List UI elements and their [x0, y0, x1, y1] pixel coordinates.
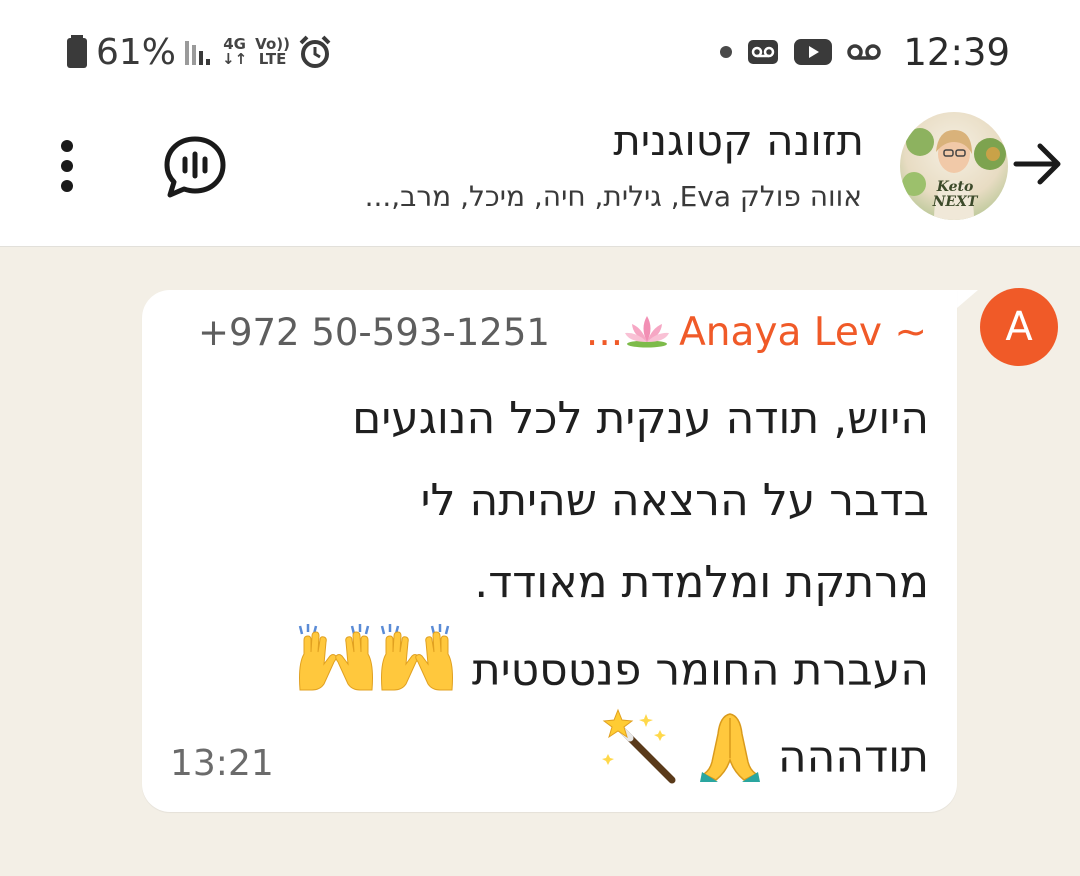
- message-line: היוש, תודה ענקית לכל הנוגעים: [352, 393, 929, 444]
- more-vert-icon[interactable]: [56, 138, 78, 194]
- folded-hands-icon: [698, 710, 762, 809]
- sender-row: ~ Anaya Lev ... +972 50-593-1251: [198, 308, 927, 356]
- notification-dot-icon: [720, 46, 733, 58]
- sender-name[interactable]: ~ Anaya Lev: [679, 310, 927, 355]
- sender-name-ellipsis: ...: [585, 309, 624, 355]
- network-type: 4G ↓↑: [222, 37, 247, 67]
- data-arrows-icon: ↓↑: [222, 50, 248, 68]
- clock: 12:39: [903, 30, 1010, 74]
- status-left: 61% 4G ↓↑ Vo)) LTE: [66, 28, 332, 76]
- youtube-icon: [794, 39, 833, 65]
- message-line-text: תודההה: [777, 731, 929, 783]
- voicemail-icon: [847, 44, 882, 60]
- voicemail-box-icon: [748, 40, 779, 64]
- message-time: 13:21: [170, 743, 274, 784]
- magic-wand-icon: [600, 706, 680, 813]
- status-right: 12:39: [719, 28, 1010, 76]
- sender-phone[interactable]: +972 50-593-1251: [198, 311, 550, 354]
- group-members[interactable]: אווה פולק Eva, גילית, חיה, מיכל, מרב,...: [365, 180, 862, 213]
- volte-bottom: LTE: [258, 50, 287, 68]
- status-bar: 61% 4G ↓↑ Vo)) LTE 12:39: [0, 0, 1080, 100]
- lotus-icon: [623, 312, 671, 352]
- volte-indicator: Vo)) LTE: [255, 37, 290, 67]
- message-bubble[interactable]: ~ Anaya Lev ... +972 50-593-1251 היוש, ת…: [142, 290, 957, 812]
- message-line: בדבר על הרצאה שהיתה לי: [420, 475, 929, 526]
- raising-hands-icon: [296, 624, 456, 721]
- voice-chat-icon[interactable]: [162, 134, 228, 200]
- message-line-text: העברת החומר פנטסטית: [471, 644, 929, 696]
- signal-icon: [185, 41, 211, 65]
- message-text: היוש, תודה ענקית לכל הנוגעים בדבר על הרצ…: [169, 378, 929, 788]
- alarm-icon: [299, 35, 331, 68]
- chat-header: Keto NEXT תזונה קטוגנית אווה פולק Eva, ג…: [0, 100, 1080, 247]
- sender-avatar[interactable]: A: [980, 288, 1058, 366]
- group-avatar[interactable]: Keto NEXT: [900, 112, 1008, 220]
- group-title[interactable]: תזונה קטוגנית: [613, 116, 864, 165]
- message-line-with-emoji: העברת החומר פנטסטית: [169, 624, 929, 706]
- battery-icon: [67, 35, 87, 68]
- message-line-with-emoji: תודההה: [169, 706, 929, 788]
- battery-percent: 61%: [96, 31, 177, 73]
- message-line: מרתקת ומלמדת מאודד.: [474, 557, 929, 608]
- arrow-right-icon[interactable]: [1010, 134, 1066, 194]
- group-avatar-logo: Keto NEXT: [932, 179, 978, 210]
